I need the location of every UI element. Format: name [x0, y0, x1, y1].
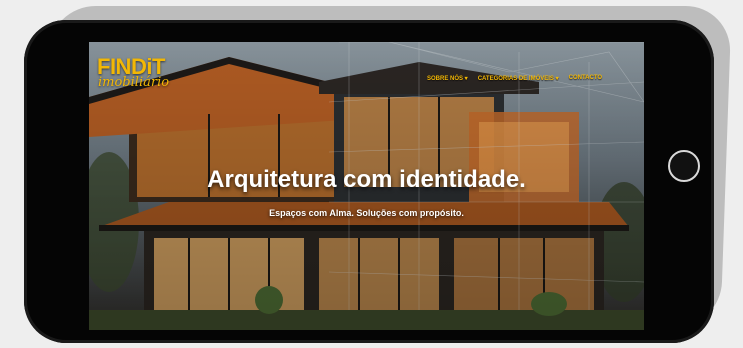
hero-title: Arquitetura com identidade. — [207, 166, 526, 193]
nav-item-contacto[interactable]: CONTACTO — [569, 75, 602, 82]
home-button-icon[interactable] — [668, 150, 700, 182]
logo-sub-text: imobiliário — [98, 75, 170, 90]
hero-subtitle: Espaços com Alma. Soluções com propósito… — [269, 208, 464, 218]
website-screen: FINDiT imobiliário SOBRE NÓS ▾ CATEGORIA… — [89, 42, 644, 330]
nav-item-sobre-nos[interactable]: SOBRE NÓS ▾ — [427, 75, 468, 82]
site-logo[interactable]: FINDiT imobiliário — [97, 56, 189, 94]
nav-item-categorias-de-imoveis[interactable]: CATEGORIAS DE IMÓVEIS ▾ — [478, 75, 559, 82]
main-nav: SOBRE NÓS ▾ CATEGORIAS DE IMÓVEIS ▾ CONT… — [427, 75, 602, 82]
